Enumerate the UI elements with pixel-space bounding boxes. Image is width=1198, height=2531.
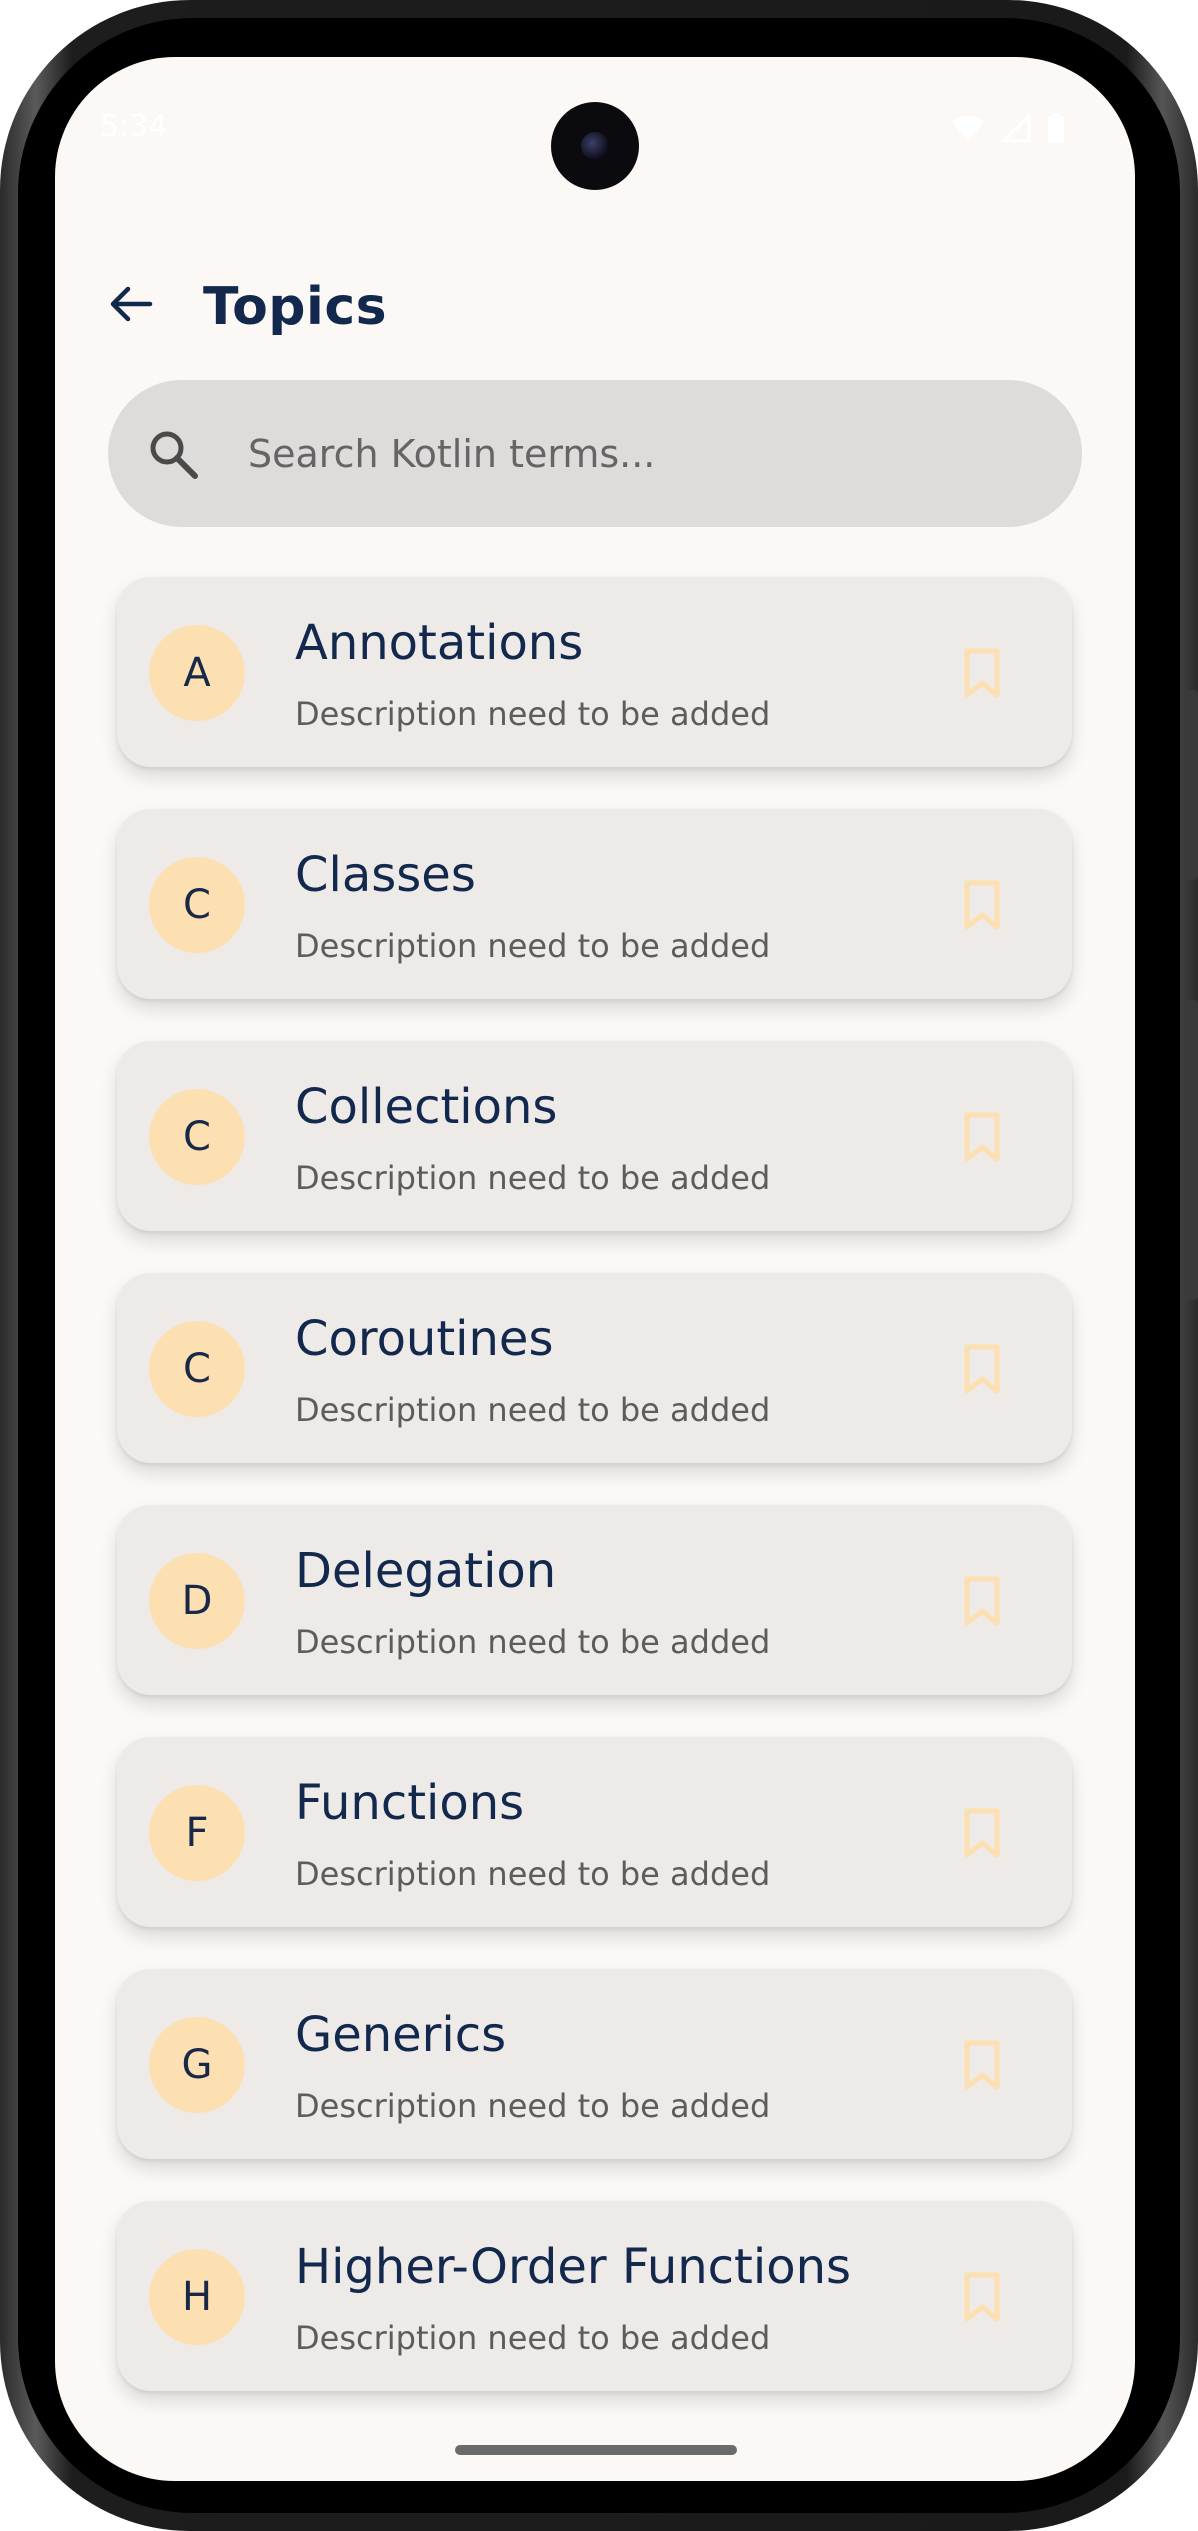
screen: 5:34 Topics A Annotations Description need…: [55, 57, 1135, 2481]
topic-avatar: F: [149, 1785, 245, 1881]
battery-icon: [1048, 113, 1064, 143]
topic-description: Description need to be added: [295, 1623, 771, 1661]
topic-title: Generics: [295, 2007, 507, 2063]
topic-avatar: C: [149, 857, 245, 953]
bookmark-icon: [964, 1808, 1000, 1858]
bookmark-button[interactable]: [954, 1571, 1010, 1631]
home-indicator[interactable]: [455, 2445, 737, 2455]
bookmark-icon: [964, 1112, 1000, 1162]
topic-card[interactable]: C Classes Description need to be added: [117, 809, 1072, 999]
topic-title: Coroutines: [295, 1311, 554, 1367]
topic-card[interactable]: C Coroutines Description need to be added: [117, 1273, 1072, 1463]
topic-title: Collections: [295, 1079, 558, 1135]
signal-icon: [1001, 114, 1031, 142]
topic-description: Description need to be added: [295, 1855, 771, 1893]
bookmark-icon: [964, 1576, 1000, 1626]
bookmark-button[interactable]: [954, 2267, 1010, 2327]
topic-title: Higher-Order Functions: [295, 2239, 852, 2295]
topic-card[interactable]: D Delegation Description need to be added: [117, 1505, 1072, 1695]
search-bar[interactable]: [108, 380, 1082, 527]
back-button[interactable]: [95, 269, 165, 339]
bookmark-button[interactable]: [954, 1107, 1010, 1167]
topic-description: Description need to be added: [295, 927, 771, 965]
topic-description: Description need to be added: [295, 1391, 771, 1429]
topic-title: Functions: [295, 1775, 525, 1831]
topic-title: Classes: [295, 847, 476, 903]
topic-card[interactable]: G Generics Description need to be added: [117, 1969, 1072, 2159]
bookmark-button[interactable]: [954, 643, 1010, 703]
topic-description: Description need to be added: [295, 2319, 771, 2357]
top-app-bar: Topics: [55, 247, 1135, 357]
arrow-back-icon: [110, 286, 153, 322]
front-camera: [551, 102, 639, 190]
search-icon: [150, 431, 198, 479]
status-icons: [951, 113, 1065, 143]
topic-description: Description need to be added: [295, 695, 771, 733]
bookmark-button[interactable]: [954, 875, 1010, 935]
topic-title: Annotations: [295, 615, 584, 671]
topic-list: A Annotations Description need to be added…: [117, 577, 1072, 2433]
bookmark-button[interactable]: [954, 2035, 1010, 2095]
topic-avatar: C: [149, 1321, 245, 1417]
power-button: [1186, 690, 1198, 880]
bookmark-icon: [964, 648, 1000, 698]
topic-title: Delegation: [295, 1543, 557, 1599]
bookmark-button[interactable]: [954, 1339, 1010, 1399]
topic-description: Description need to be added: [295, 2087, 771, 2125]
bookmark-icon: [964, 2040, 1000, 2090]
topic-avatar: A: [149, 625, 245, 721]
volume-button: [1186, 1000, 1198, 1300]
wifi-icon: [952, 116, 984, 141]
topic-card[interactable]: H Higher-Order Functions Description need …: [117, 2201, 1072, 2391]
topic-card[interactable]: F Functions Description need to be added: [117, 1737, 1072, 1927]
topic-avatar: C: [149, 1089, 245, 1185]
bookmark-icon: [964, 1344, 1000, 1394]
page-title: Topics: [203, 277, 388, 337]
topic-card[interactable]: C Collections Description need to be added: [117, 1041, 1072, 1231]
status-time: 5:34: [100, 109, 168, 144]
topic-avatar: G: [149, 2017, 245, 2113]
topic-avatar: H: [149, 2249, 245, 2345]
topic-card[interactable]: A Annotations Description need to be added: [117, 577, 1072, 767]
search-input[interactable]: [248, 414, 1008, 494]
bookmark-icon: [964, 2272, 1000, 2322]
bookmark-button[interactable]: [954, 1803, 1010, 1863]
topic-description: Description need to be added: [295, 1159, 771, 1197]
topic-avatar: D: [149, 1553, 245, 1649]
bookmark-icon: [964, 880, 1000, 930]
